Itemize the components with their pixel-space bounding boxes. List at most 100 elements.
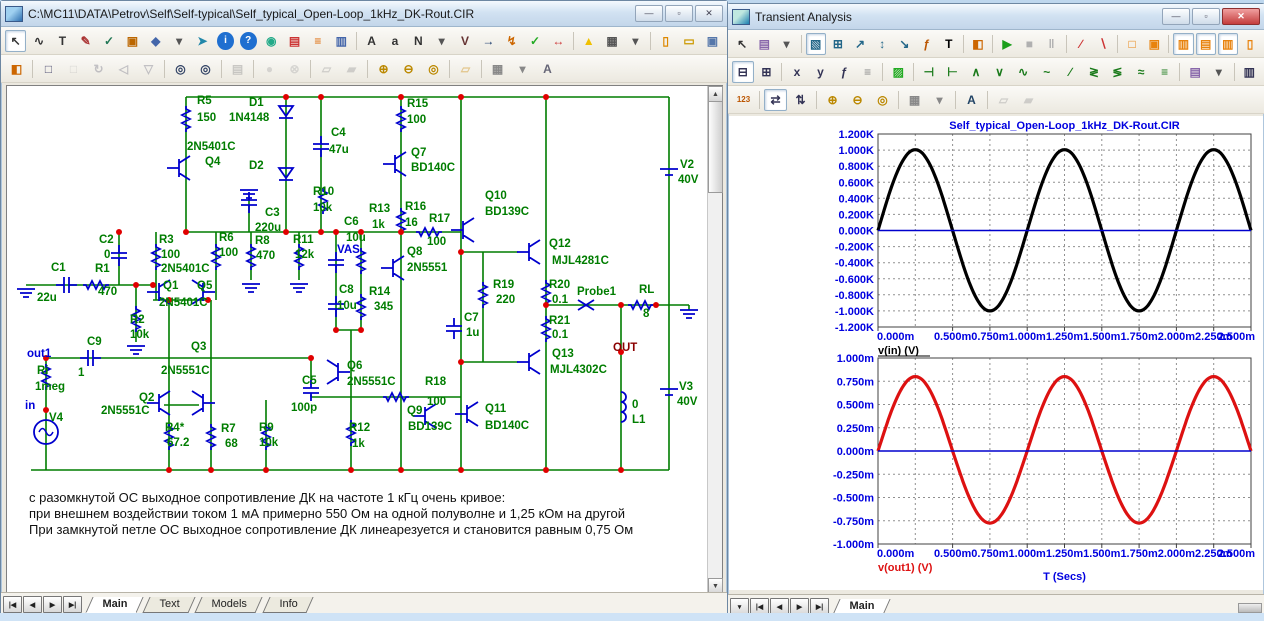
- schematic-window-titlebar[interactable]: C:\MC11\DATA\Petrov\Self\Self-typical\Se…: [1, 1, 727, 27]
- show-menu-arrow-icon[interactable]: ▾: [431, 30, 452, 52]
- stop-list-icon[interactable]: ≡: [307, 30, 328, 52]
- thumbnail-menu-arrow-icon[interactable]: ▾: [928, 89, 951, 111]
- schematic-tab-models[interactable]: Models: [195, 597, 264, 613]
- run-icon[interactable]: ▶: [997, 33, 1017, 55]
- schematic-tab-nav-icon-2[interactable]: ▶: [43, 596, 62, 613]
- close-button[interactable]: ✕: [695, 5, 723, 22]
- font-icon[interactable]: A: [960, 89, 983, 111]
- point-to-end-icon[interactable]: ●: [258, 58, 281, 80]
- browse-icon[interactable]: ◉: [261, 30, 282, 52]
- peak-icon[interactable]: ∧: [965, 61, 987, 83]
- numeric-output-icon[interactable]: 123: [732, 89, 755, 111]
- go-to-x-icon[interactable]: x: [786, 61, 808, 83]
- show-conditions-icon[interactable]: ✓: [524, 30, 545, 52]
- cascade-icon[interactable]: ▱: [992, 89, 1015, 111]
- graphics-mode-icon[interactable]: ✎: [75, 30, 96, 52]
- font-icon[interactable]: A: [536, 58, 559, 80]
- accumulate-display-icon[interactable]: ▤: [1196, 33, 1216, 55]
- grid-icon[interactable]: ▦: [601, 30, 622, 52]
- properties-icon[interactable]: ◧: [968, 33, 988, 55]
- envelope-bottom-icon[interactable]: ≡: [1154, 61, 1176, 83]
- crosshair-cursor-icon[interactable]: ⊞: [756, 61, 778, 83]
- clipboard-menu-arrow-icon[interactable]: ▾: [776, 33, 796, 55]
- border-icon[interactable]: ▯: [655, 30, 676, 52]
- text-mode-icon[interactable]: T: [52, 30, 73, 52]
- part-menu-arrow-icon[interactable]: ▾: [168, 30, 189, 52]
- minimize-button[interactable]: —: [1162, 8, 1190, 25]
- zoom-box-icon[interactable]: ▣: [1144, 33, 1164, 55]
- select-mode-icon[interactable]: ↖: [732, 33, 752, 55]
- schematic-tab-text[interactable]: Text: [143, 597, 196, 613]
- vertical-tag-icon[interactable]: ↕: [872, 33, 892, 55]
- wire-mode-icon[interactable]: ∿: [28, 30, 49, 52]
- properties-icon[interactable]: ◧: [5, 58, 28, 80]
- pause-icon[interactable]: ‖: [1041, 33, 1061, 55]
- scrollbar-thumb[interactable]: [708, 101, 723, 193]
- view-menu-arrow-icon[interactable]: ▾: [511, 58, 534, 80]
- scroll-up-icon[interactable]: ▲: [708, 86, 723, 102]
- select-mode-icon[interactable]: ↖: [5, 30, 26, 52]
- check-doc-icon[interactable]: ▥: [331, 30, 352, 52]
- positive-slope-icon[interactable]: ∕: [1071, 33, 1091, 55]
- schematic-tab-info[interactable]: Info: [262, 597, 313, 613]
- thumbnail-icon[interactable]: ▦: [903, 89, 926, 111]
- page-icon[interactable]: ▱: [454, 58, 477, 80]
- valley-icon[interactable]: ∨: [989, 61, 1011, 83]
- negative-peak-icon[interactable]: ⊢: [942, 61, 964, 83]
- text-page-icon[interactable]: ▥: [1239, 61, 1261, 83]
- flip-y-icon[interactable]: ▽: [137, 58, 160, 80]
- part-menu-icon[interactable]: ◆: [145, 30, 166, 52]
- plot-area[interactable]: Self_typical_Open-Loop_1kHz_DK-Rout.CIR1…: [729, 116, 1263, 590]
- zoom-100-icon[interactable]: ◎: [422, 58, 445, 80]
- show-voltages-icon[interactable]: V: [454, 30, 475, 52]
- horizontal-tag-icon[interactable]: ↘: [894, 33, 914, 55]
- flip-x-icon[interactable]: ◁: [112, 58, 135, 80]
- schematic-tab-main[interactable]: Main: [85, 597, 143, 613]
- performance-tag-icon[interactable]: ƒ: [917, 33, 937, 55]
- go-to-branch-icon[interactable]: ≡: [857, 61, 879, 83]
- inflection-icon[interactable]: ∕: [1060, 61, 1082, 83]
- overlap-display-icon[interactable]: ▥: [1218, 33, 1238, 55]
- negative-slope-icon[interactable]: ∖: [1093, 33, 1113, 55]
- clipboard2-icon[interactable]: ▤: [1184, 61, 1206, 83]
- show-power-icon[interactable]: ↯: [501, 30, 522, 52]
- to-front-icon[interactable]: ▱: [315, 58, 338, 80]
- clear-points-icon[interactable]: ⊗: [283, 58, 306, 80]
- rotate-icon[interactable]: ↻: [87, 58, 110, 80]
- zoom-100-icon[interactable]: ◎: [871, 89, 894, 111]
- title-block-icon[interactable]: ▭: [678, 30, 699, 52]
- find-text-icon[interactable]: ◎: [194, 58, 217, 80]
- schematic-tab-nav-icon-1[interactable]: ◀: [23, 596, 42, 613]
- analysis-window-titlebar[interactable]: Transient Analysis — ▫ ✕: [728, 4, 1264, 30]
- component-picker-icon[interactable]: ▣: [122, 30, 143, 52]
- stop-icon[interactable]: ■: [1019, 33, 1039, 55]
- restore-button[interactable]: ▫: [1192, 8, 1220, 25]
- select-region-icon[interactable]: □: [37, 58, 60, 80]
- diagonal-wire-mode-icon[interactable]: ✓: [98, 30, 119, 52]
- one-graph-icon[interactable]: ⊟: [732, 61, 754, 83]
- schematic-tab-nav-icon-0[interactable]: |◀: [3, 596, 22, 613]
- zoom-in-icon[interactable]: ⊕: [372, 58, 395, 80]
- help-icon[interactable]: ?: [240, 32, 257, 50]
- changes-doc-icon[interactable]: ▤: [226, 58, 249, 80]
- model-doc-icon[interactable]: ▤: [284, 30, 305, 52]
- clear-region-icon[interactable]: □: [62, 58, 85, 80]
- zoom-out-icon[interactable]: ⊖: [397, 58, 420, 80]
- show-currents-icon[interactable]: →: [478, 30, 499, 52]
- close-button[interactable]: ✕: [1222, 8, 1260, 25]
- warning-icon[interactable]: ▲: [578, 30, 599, 52]
- show-node-numbers-icon[interactable]: N: [408, 30, 429, 52]
- waveform-editor-icon[interactable]: ▨: [887, 61, 909, 83]
- show-grid-text-icon[interactable]: a: [384, 30, 405, 52]
- horizontal-axis-cursor-icon[interactable]: ⇄: [764, 89, 787, 111]
- vertical-axis-cursor-icon[interactable]: ⇅: [789, 89, 812, 111]
- resize-grip[interactable]: [1238, 603, 1262, 613]
- scale-mode-icon[interactable]: ▧: [806, 33, 826, 55]
- text-mode-icon[interactable]: T: [939, 33, 959, 55]
- cursor-mode-icon[interactable]: ⊞: [828, 33, 848, 55]
- high-icon[interactable]: ∿: [1012, 61, 1034, 83]
- point-tag-icon[interactable]: ↗: [850, 33, 870, 55]
- tile-icon[interactable]: ▰: [1017, 89, 1040, 111]
- normal-display-icon[interactable]: ▥: [1173, 33, 1193, 55]
- schematic-canvas[interactable]: R51502N5401CQ4D11N4148D2C447uR15100Q7BD1…: [6, 85, 723, 595]
